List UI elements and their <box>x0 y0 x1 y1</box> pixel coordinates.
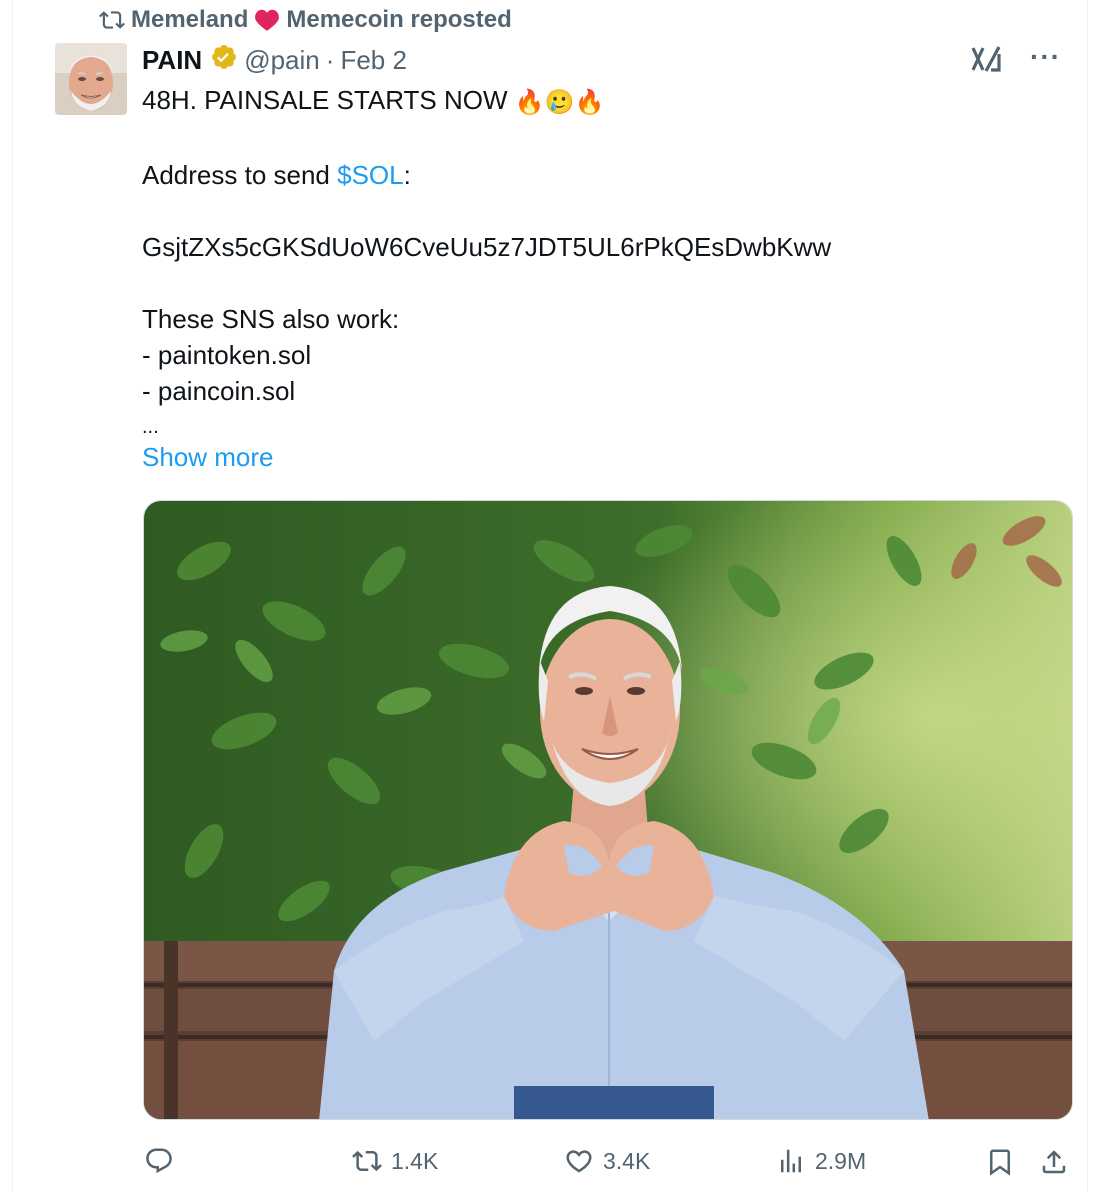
bookmark-button[interactable] <box>985 1146 1015 1178</box>
headline-text: 48H. PAINSALE STARTS NOW <box>142 85 508 115</box>
show-more-link[interactable]: Show more <box>142 442 274 473</box>
views-count: 2.9M <box>815 1147 867 1174</box>
tweet-media-image[interactable] <box>143 500 1073 1120</box>
tweet-header: PAIN @pain · Feb 2 <box>142 42 407 78</box>
verified-badge-icon[interactable] <box>210 43 238 78</box>
author-handle[interactable]: @pain <box>244 45 320 76</box>
retweet-icon <box>351 1146 383 1176</box>
views-button[interactable]: 2.9M <box>775 1146 866 1176</box>
repost-user-2[interactable]: Memecoin reposted <box>286 6 511 34</box>
more-options-icon[interactable]: ··· <box>1030 42 1061 71</box>
share-icon <box>1039 1146 1069 1178</box>
bookmark-icon <box>985 1146 1015 1178</box>
repost-context: Memeland Memecoin reposted <box>99 4 512 36</box>
like-icon <box>563 1146 595 1176</box>
tweet-line-1: 48H. PAINSALE STARTS NOW 🔥🥲🔥 <box>142 82 1072 121</box>
ellipsis: ... <box>142 416 159 438</box>
wallet-address: GsjtZXs5cGKSdUoW6CveUu5z7JDT5UL6rPkQEsDw… <box>142 232 832 262</box>
views-icon <box>775 1146 807 1176</box>
like-count: 3.4K <box>603 1147 651 1174</box>
reply-icon <box>143 1146 175 1176</box>
fire-emojis: 🔥🥲🔥 <box>514 89 605 116</box>
cashtag-link[interactable]: $SOL <box>337 160 404 190</box>
tweet-body: 48H. PAINSALE STARTS NOW 🔥🥲🔥 Address to … <box>142 82 1072 445</box>
repost-icon <box>99 9 125 31</box>
address-suffix: : <box>403 160 411 190</box>
like-button[interactable]: 3.4K <box>563 1146 650 1176</box>
avatar[interactable] <box>55 43 127 115</box>
separator-dot: · <box>325 44 335 75</box>
share-button[interactable] <box>1039 1146 1069 1178</box>
action-bar: 1.4K 3.4K 2.9M <box>143 1142 1073 1184</box>
tweet-date[interactable]: Feb 2 <box>340 45 407 76</box>
top-right-controls: ··· <box>970 42 1061 79</box>
tweet-line-address: Address to send $SOL: <box>142 157 1072 193</box>
heart-icon <box>254 8 280 32</box>
sns-item-2: - paincoin.sol <box>142 376 296 406</box>
grok-icon[interactable] <box>970 44 1002 79</box>
sns-item-1: - paintoken.sol <box>142 340 312 370</box>
reply-button[interactable] <box>143 1146 183 1176</box>
retweet-count: 1.4K <box>391 1147 439 1174</box>
address-prefix: Address to send <box>142 160 338 190</box>
sns-header: These SNS also work: <box>142 304 400 334</box>
retweet-button[interactable]: 1.4K <box>351 1146 438 1176</box>
repost-user-1[interactable]: Memeland <box>131 6 248 34</box>
author-name[interactable]: PAIN <box>142 45 202 76</box>
tweet-card[interactable]: Memeland Memecoin reposted PAIN @pain · … <box>12 0 1088 1192</box>
